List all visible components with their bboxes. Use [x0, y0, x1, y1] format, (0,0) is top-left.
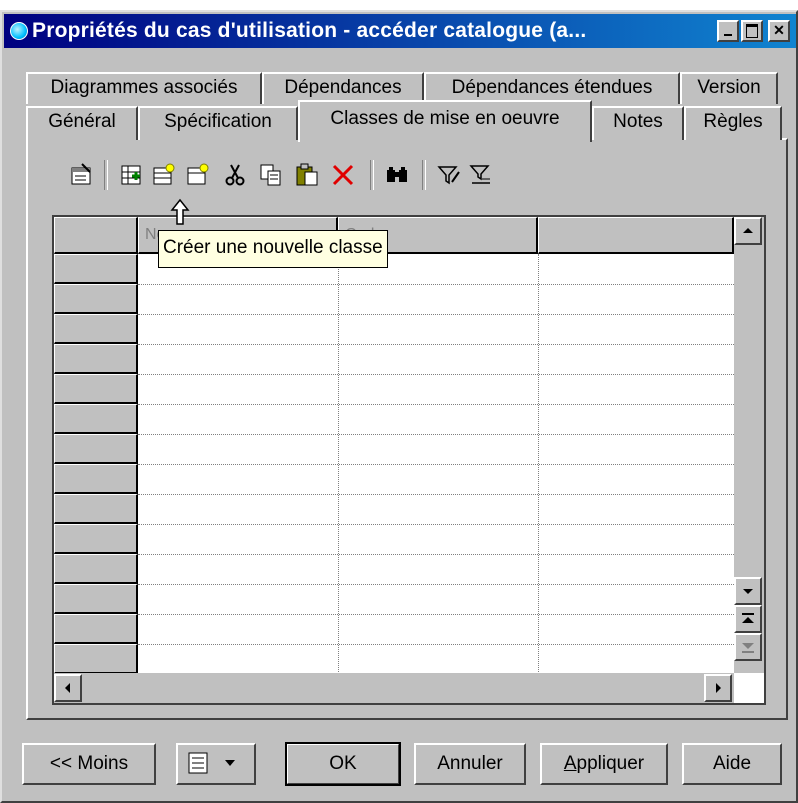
ok-button[interactable]: OK — [285, 742, 401, 786]
row-header[interactable] — [54, 584, 138, 614]
row-header[interactable] — [54, 314, 138, 344]
column-header-empty[interactable] — [538, 217, 734, 254]
row-header[interactable] — [54, 284, 138, 314]
row-header[interactable] — [54, 644, 138, 674]
create-class-icon[interactable] — [150, 162, 176, 188]
properties-icon[interactable] — [68, 162, 94, 188]
toolbar-separator — [104, 160, 108, 190]
scroll-left-button[interactable] — [54, 674, 82, 702]
grid-row-line — [138, 584, 734, 585]
row-header[interactable] — [54, 434, 138, 464]
toolbar-separator — [370, 160, 374, 190]
maximize-button[interactable] — [741, 20, 763, 42]
arrow-up-icon — [743, 228, 753, 233]
window-title: Propriétés du cas d'utilisation - accéde… — [32, 19, 587, 42]
grid-row-line — [138, 614, 734, 615]
clear-filter-icon[interactable] — [468, 162, 494, 188]
toolbar-separator — [422, 160, 426, 190]
help-button[interactable]: Aide — [682, 743, 782, 785]
paste-icon[interactable] — [294, 162, 320, 188]
delete-icon[interactable] — [330, 162, 356, 188]
grid-row-line — [138, 524, 734, 525]
tab-version[interactable]: Version — [680, 72, 778, 104]
grid-col-line — [338, 254, 339, 674]
copy-icon[interactable] — [258, 162, 284, 188]
tab-regles[interactable]: Règles — [684, 106, 782, 140]
tab-specification[interactable]: Spécification — [138, 106, 298, 140]
minimize-button[interactable] — [717, 20, 739, 42]
row-header[interactable] — [54, 404, 138, 434]
grid-row-line — [138, 284, 734, 285]
arrow-right-icon — [716, 683, 721, 693]
find-icon[interactable] — [384, 162, 410, 188]
cut-icon[interactable] — [222, 162, 248, 188]
row-header[interactable] — [54, 614, 138, 644]
grid-col-line — [538, 254, 539, 674]
grid-row-line — [138, 314, 734, 315]
grid-row-line — [138, 434, 734, 435]
classes-grid[interactable]: Nom Code — [52, 215, 766, 705]
arrow-top-icon — [742, 613, 754, 623]
grid-row-line — [138, 344, 734, 345]
horizontal-scrollbar[interactable] — [54, 673, 734, 703]
scroll-right-button[interactable] — [704, 674, 732, 702]
create-object-icon[interactable] — [184, 162, 210, 188]
apply-button[interactable]: Appliquer — [540, 743, 668, 785]
row-header[interactable] — [54, 464, 138, 494]
filter-icon[interactable] — [436, 162, 462, 188]
list-dropdown-icon — [188, 752, 235, 774]
row-header[interactable] — [54, 524, 138, 554]
close-button[interactable]: ✕ — [768, 20, 790, 42]
grid-corner[interactable] — [54, 217, 138, 254]
row-header[interactable] — [54, 374, 138, 404]
less-button[interactable]: << Moins — [22, 743, 156, 785]
row-header[interactable] — [54, 494, 138, 524]
tab-general[interactable]: Général — [26, 106, 138, 140]
grid-row-line — [138, 554, 734, 555]
add-objects-icon[interactable] — [118, 162, 144, 188]
row-header[interactable] — [54, 554, 138, 584]
pointer-cursor-icon — [170, 198, 190, 225]
use-case-icon — [10, 22, 28, 40]
tooltip: Créer une nouvelle classe — [158, 230, 388, 268]
tab-notes[interactable]: Notes — [592, 106, 684, 140]
scroll-down-button[interactable] — [734, 577, 762, 605]
cancel-button[interactable]: Annuler — [414, 743, 526, 785]
apply-button-mnemonic: A — [563, 753, 577, 774]
scroll-top-button[interactable] — [734, 605, 762, 633]
row-header[interactable] — [54, 344, 138, 374]
title-bar[interactable]: Propriétés du cas d'utilisation - accéde… — [4, 14, 796, 48]
apply-button-label: ppliquer — [576, 753, 645, 774]
row-header[interactable] — [54, 254, 138, 284]
grid-row-line — [138, 404, 734, 405]
tab-classes-de-mise-en-oeuvre[interactable]: Classes de mise en oeuvre — [298, 100, 592, 142]
grid-row-line — [138, 494, 734, 495]
grid-row-line — [138, 464, 734, 465]
scroll-bottom-button[interactable] — [734, 633, 762, 661]
grid-row-line — [138, 644, 734, 645]
arrow-left-icon — [65, 683, 70, 693]
scroll-up-button[interactable] — [734, 217, 762, 245]
list-menu-button[interactable] — [176, 743, 256, 785]
arrow-bottom-icon — [742, 643, 754, 653]
grid-row-line — [138, 374, 734, 375]
tab-diagrammes-associes[interactable]: Diagrammes associés — [26, 72, 262, 104]
arrow-down-icon — [743, 589, 753, 594]
